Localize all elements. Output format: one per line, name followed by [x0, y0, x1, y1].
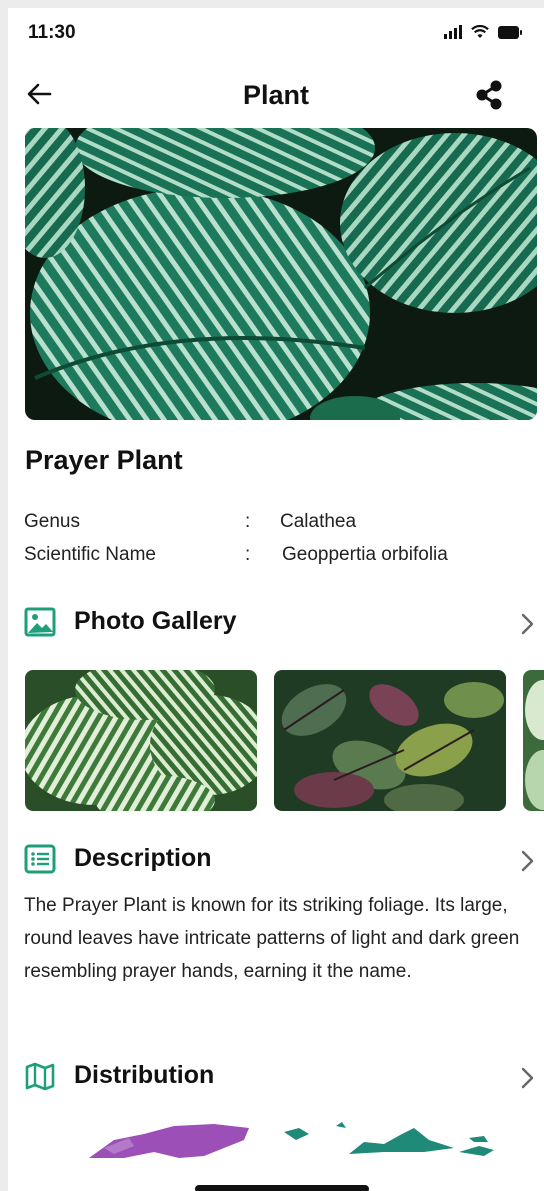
info-value: Calathea [280, 511, 357, 532]
map-icon [25, 1062, 55, 1091]
status-time: 11:30 [28, 22, 76, 43]
section-title: Distribution [74, 1061, 215, 1089]
plant-name: Prayer Plant [25, 445, 183, 475]
info-value: Geoppertia orbifolia [282, 544, 448, 565]
share-icon[interactable] [472, 78, 506, 112]
section-photo-gallery[interactable]: Photo Gallery [24, 603, 544, 643]
list-icon [24, 844, 56, 874]
prayer-plant-photo [274, 670, 506, 811]
app-bar: Plant [8, 66, 544, 122]
gallery-photo-3[interactable] [523, 670, 544, 811]
chevron-right-icon[interactable] [520, 850, 534, 872]
battery-icon [498, 26, 522, 39]
home-indicator [195, 1185, 369, 1191]
calathea-leaves-image [25, 128, 537, 420]
page-title: Plant [242, 80, 309, 110]
status-bar: 11:30 [8, 8, 544, 58]
leaf-photo [523, 670, 544, 811]
chevron-right-icon[interactable] [520, 1067, 534, 1089]
plant-hero-image [25, 128, 537, 420]
signal-icon [444, 25, 462, 39]
info-separator: : [245, 544, 251, 565]
distribution-map [89, 1122, 494, 1158]
gallery-photo-2[interactable] [274, 670, 506, 811]
chevron-right-icon[interactable] [520, 613, 534, 635]
gallery-photo-1[interactable] [25, 670, 257, 811]
section-title: Description [74, 844, 212, 872]
wifi-icon [471, 25, 489, 38]
description-text: The Prayer Plant is known for its striki… [24, 895, 520, 982]
calathea-photo [25, 670, 257, 811]
image-icon [24, 607, 56, 637]
plant-detail-screen: 11:30 Plant Prayer Plant Genus: Calathe… [8, 8, 544, 1191]
section-distribution[interactable]: Distribution [24, 1057, 544, 1097]
section-title: Photo Gallery [74, 607, 237, 635]
section-description[interactable]: Description [24, 840, 544, 880]
status-icons [444, 25, 522, 39]
info-label: Genus [24, 511, 80, 532]
info-separator: : [245, 511, 251, 532]
info-label: Scientific Name [24, 544, 156, 565]
